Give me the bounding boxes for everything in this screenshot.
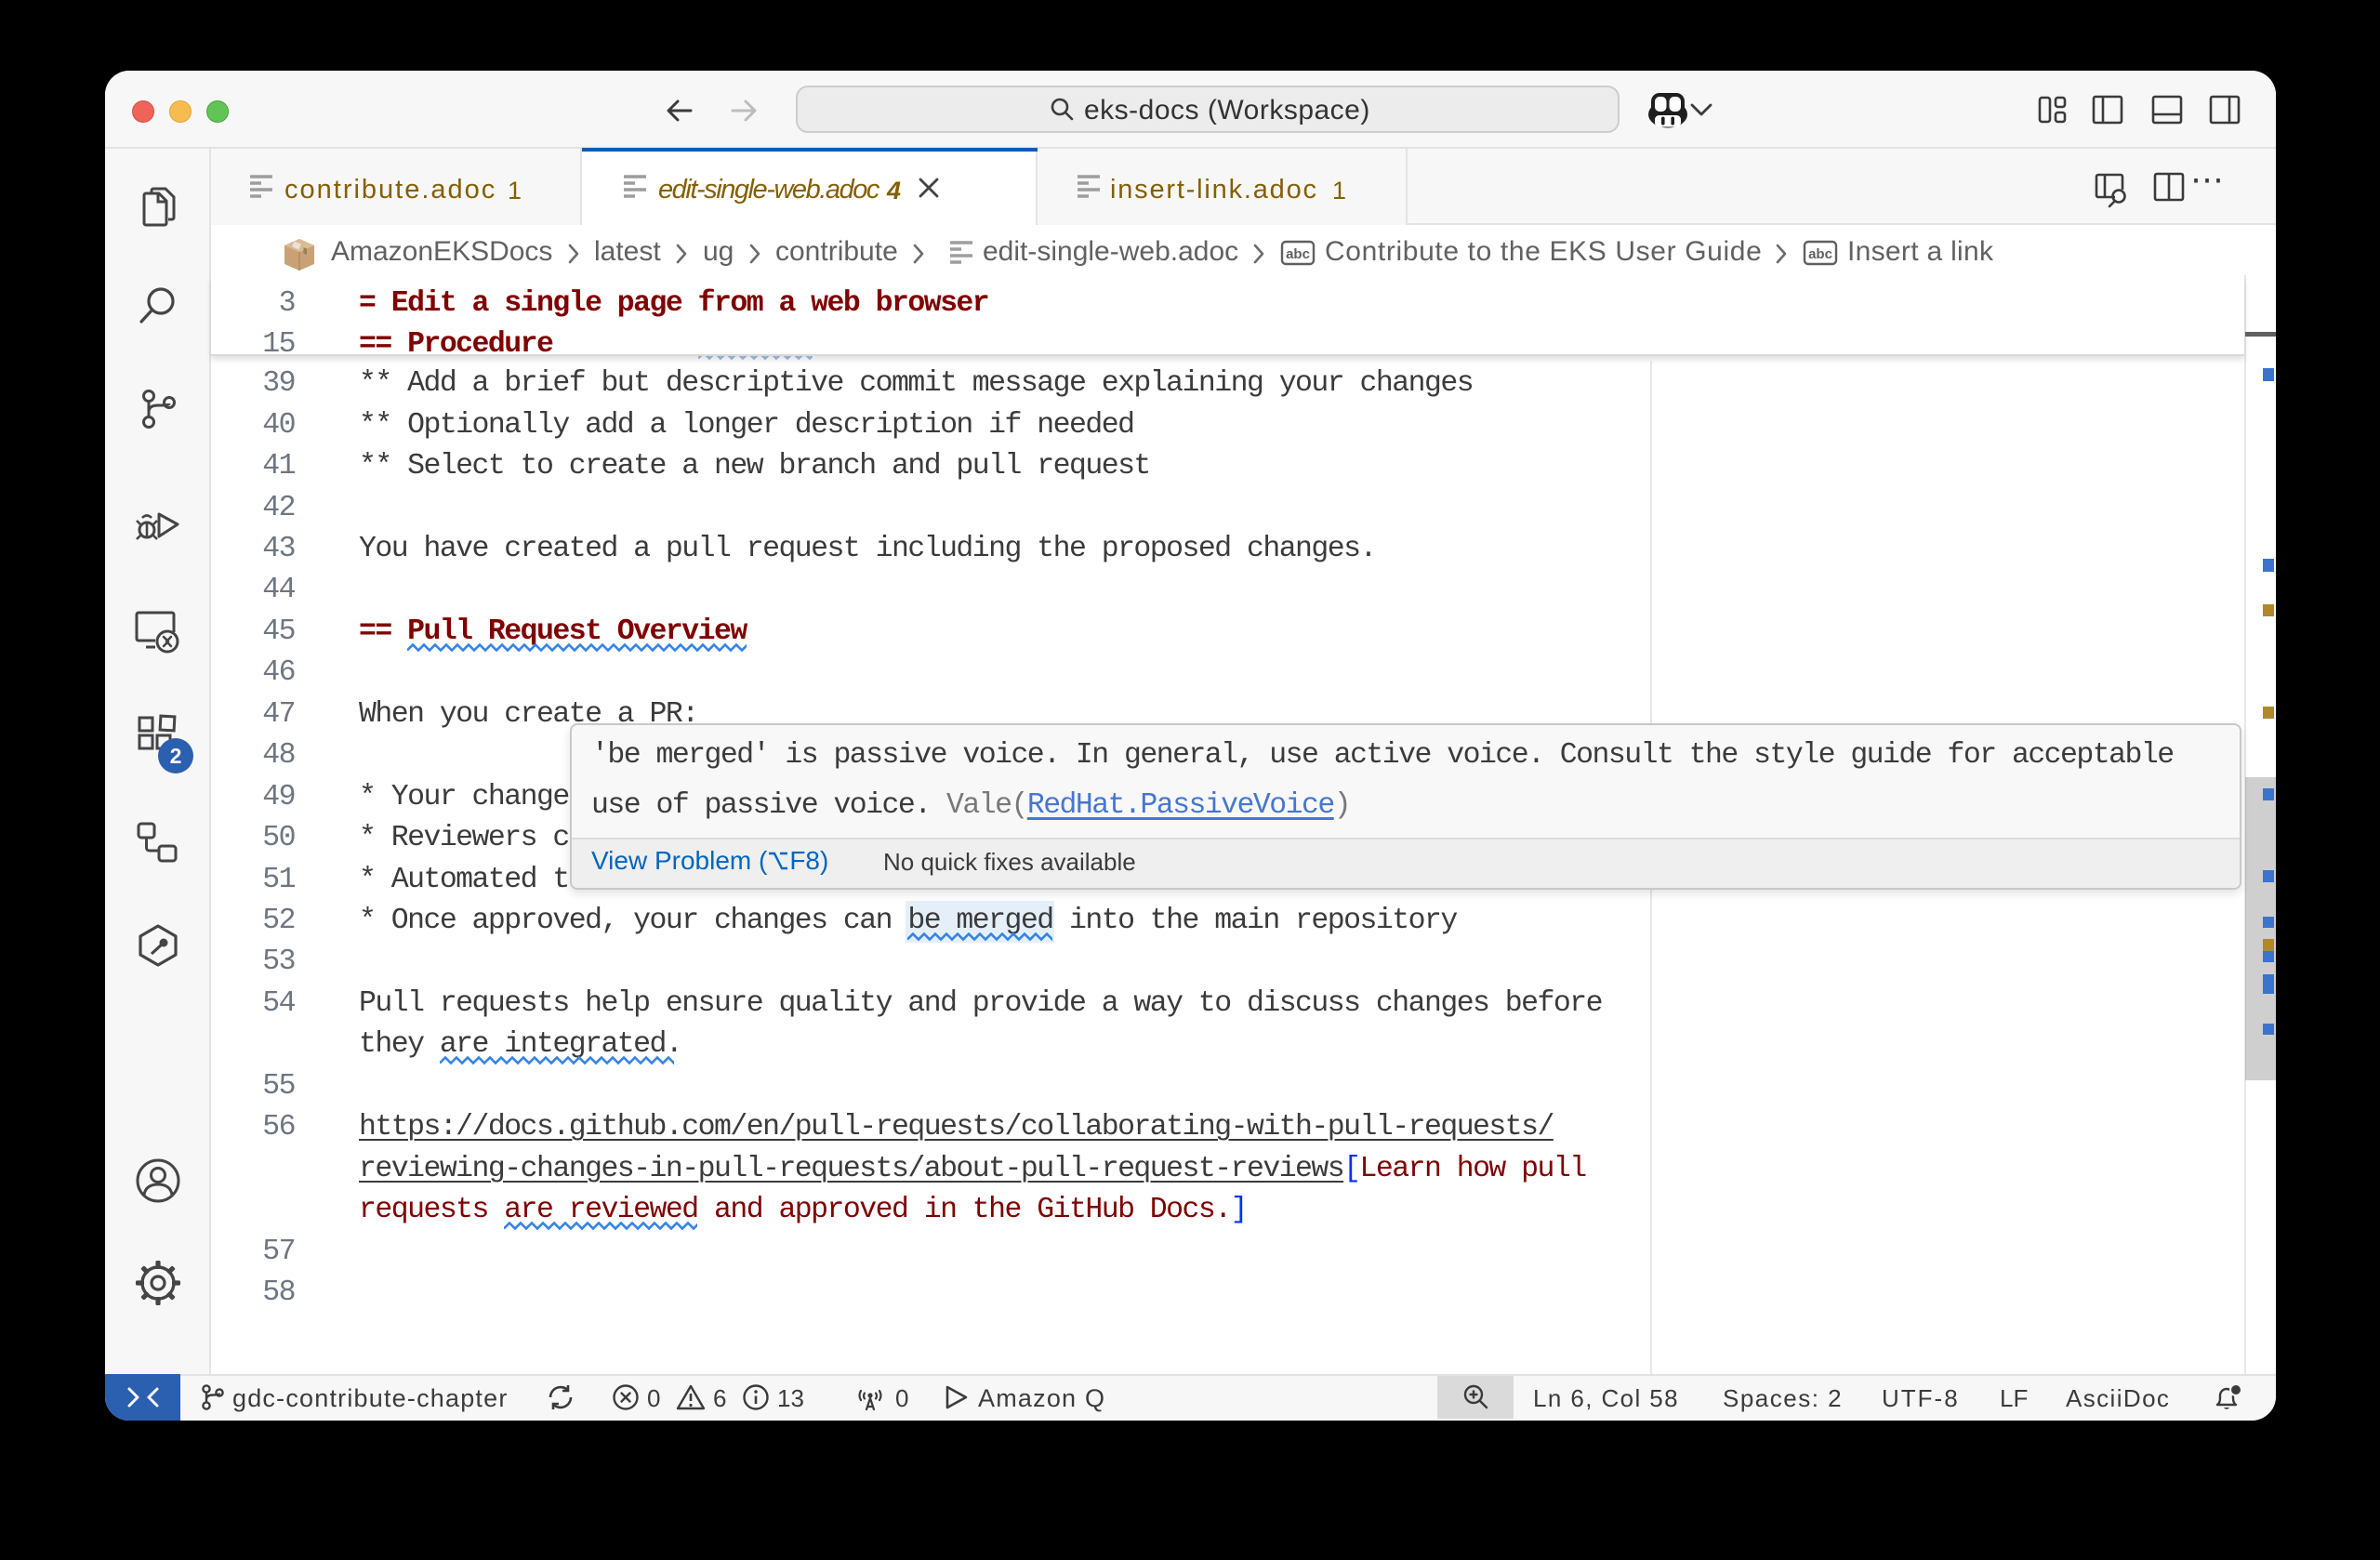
- svg-text:abc: abc: [1286, 246, 1310, 262]
- svg-text:abc: abc: [1808, 246, 1832, 262]
